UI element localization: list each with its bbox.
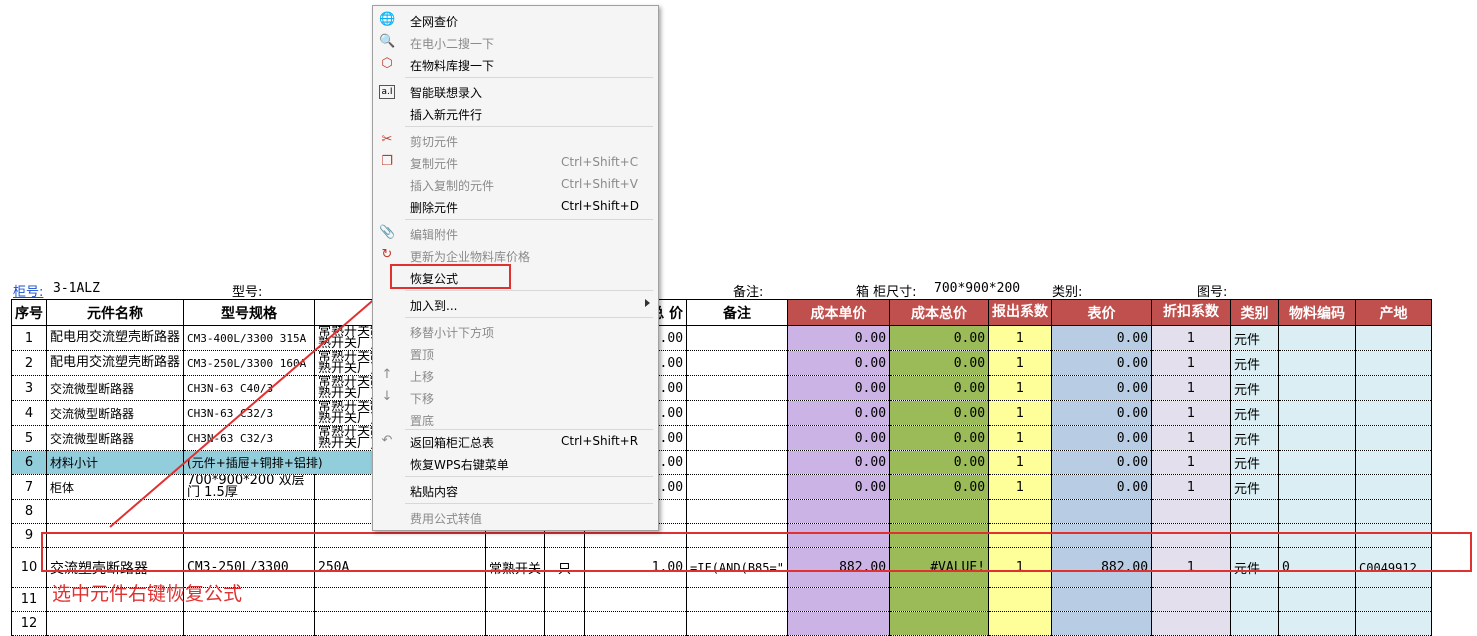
- box-icon: ⬡: [381, 56, 393, 71]
- menu-item-return-summary[interactable]: ↶ 返回箱柜汇总表 Ctrl+Shift+R: [373, 430, 658, 452]
- menu-separator: [405, 126, 653, 127]
- menu-item-edit-attachment[interactable]: 📎 编辑附件: [373, 222, 658, 244]
- arrow-up-icon: ↑: [381, 367, 393, 382]
- menu-item-material-search[interactable]: ⬡ 在物料库搜一下: [373, 53, 658, 75]
- globe-search-icon: 🌐: [379, 12, 396, 27]
- restore-formula-highlight: [390, 264, 511, 289]
- copy-icon: ❐: [381, 154, 393, 169]
- menu-item-copy[interactable]: ❐ 复制元件 Ctrl+Shift+C: [373, 151, 658, 173]
- menu-item-top[interactable]: 置顶: [373, 342, 658, 364]
- menu-item-move-subtotal[interactable]: 移替小计下方项: [373, 320, 658, 342]
- menu-separator: [405, 77, 653, 78]
- menu-separator: [405, 290, 653, 291]
- menu-item-add-to[interactable]: 加入到...: [373, 293, 658, 315]
- menu-separator: [405, 317, 653, 318]
- menu-item-paste-content[interactable]: 粘贴内容: [373, 479, 658, 501]
- menu-item-insert-copied[interactable]: 插入复制的元件 Ctrl+Shift+V: [373, 173, 658, 195]
- menu-item-move-up[interactable]: ↑ 上移: [373, 364, 658, 386]
- menu-item-move-down[interactable]: ↓ 下移: [373, 386, 658, 408]
- menu-item-formula-to-value[interactable]: 费用公式转值: [373, 506, 658, 528]
- menu-item-update-price[interactable]: ↻ 更新为企业物料库价格: [373, 244, 658, 266]
- menu-separator: [405, 476, 653, 477]
- refresh-icon: ↻: [381, 247, 393, 262]
- menu-item-restore-wps-menu[interactable]: 恢复WPS右键菜单: [373, 452, 658, 474]
- undo-icon: ↶: [381, 433, 393, 448]
- menu-separator: [405, 503, 653, 504]
- menu-item-delete[interactable]: 删除元件 Ctrl+Shift+D: [373, 195, 658, 217]
- menu-item-insert-row[interactable]: 插入新元件行: [373, 102, 658, 124]
- submenu-arrow-icon: [645, 299, 650, 307]
- menu-item-smart-input[interactable]: a.I 智能联想录入: [373, 80, 658, 102]
- arrow-down-icon: ↓: [381, 389, 393, 404]
- annotation-arrow: [109, 285, 391, 528]
- magnifier-icon: 🔍: [379, 34, 396, 49]
- text-input-icon: a.I: [379, 85, 395, 99]
- spreadsheet: 柜号: 3-1ALZ 型号: 备注: 箱 柜尺寸: 700*900*200 类别…: [0, 0, 1477, 636]
- menu-item-bottom[interactable]: 置底: [373, 408, 658, 430]
- menu-item-global-price[interactable]: 🌐 全网查价: [373, 9, 658, 31]
- attachment-icon: 📎: [379, 225, 396, 240]
- menu-item-cut[interactable]: ✂ 剪切元件: [373, 129, 658, 151]
- menu-item-dianxiaoer-search[interactable]: 🔍 在电小二搜一下: [373, 31, 658, 53]
- menu-separator: [405, 219, 653, 220]
- scissors-icon: ✂: [381, 132, 393, 147]
